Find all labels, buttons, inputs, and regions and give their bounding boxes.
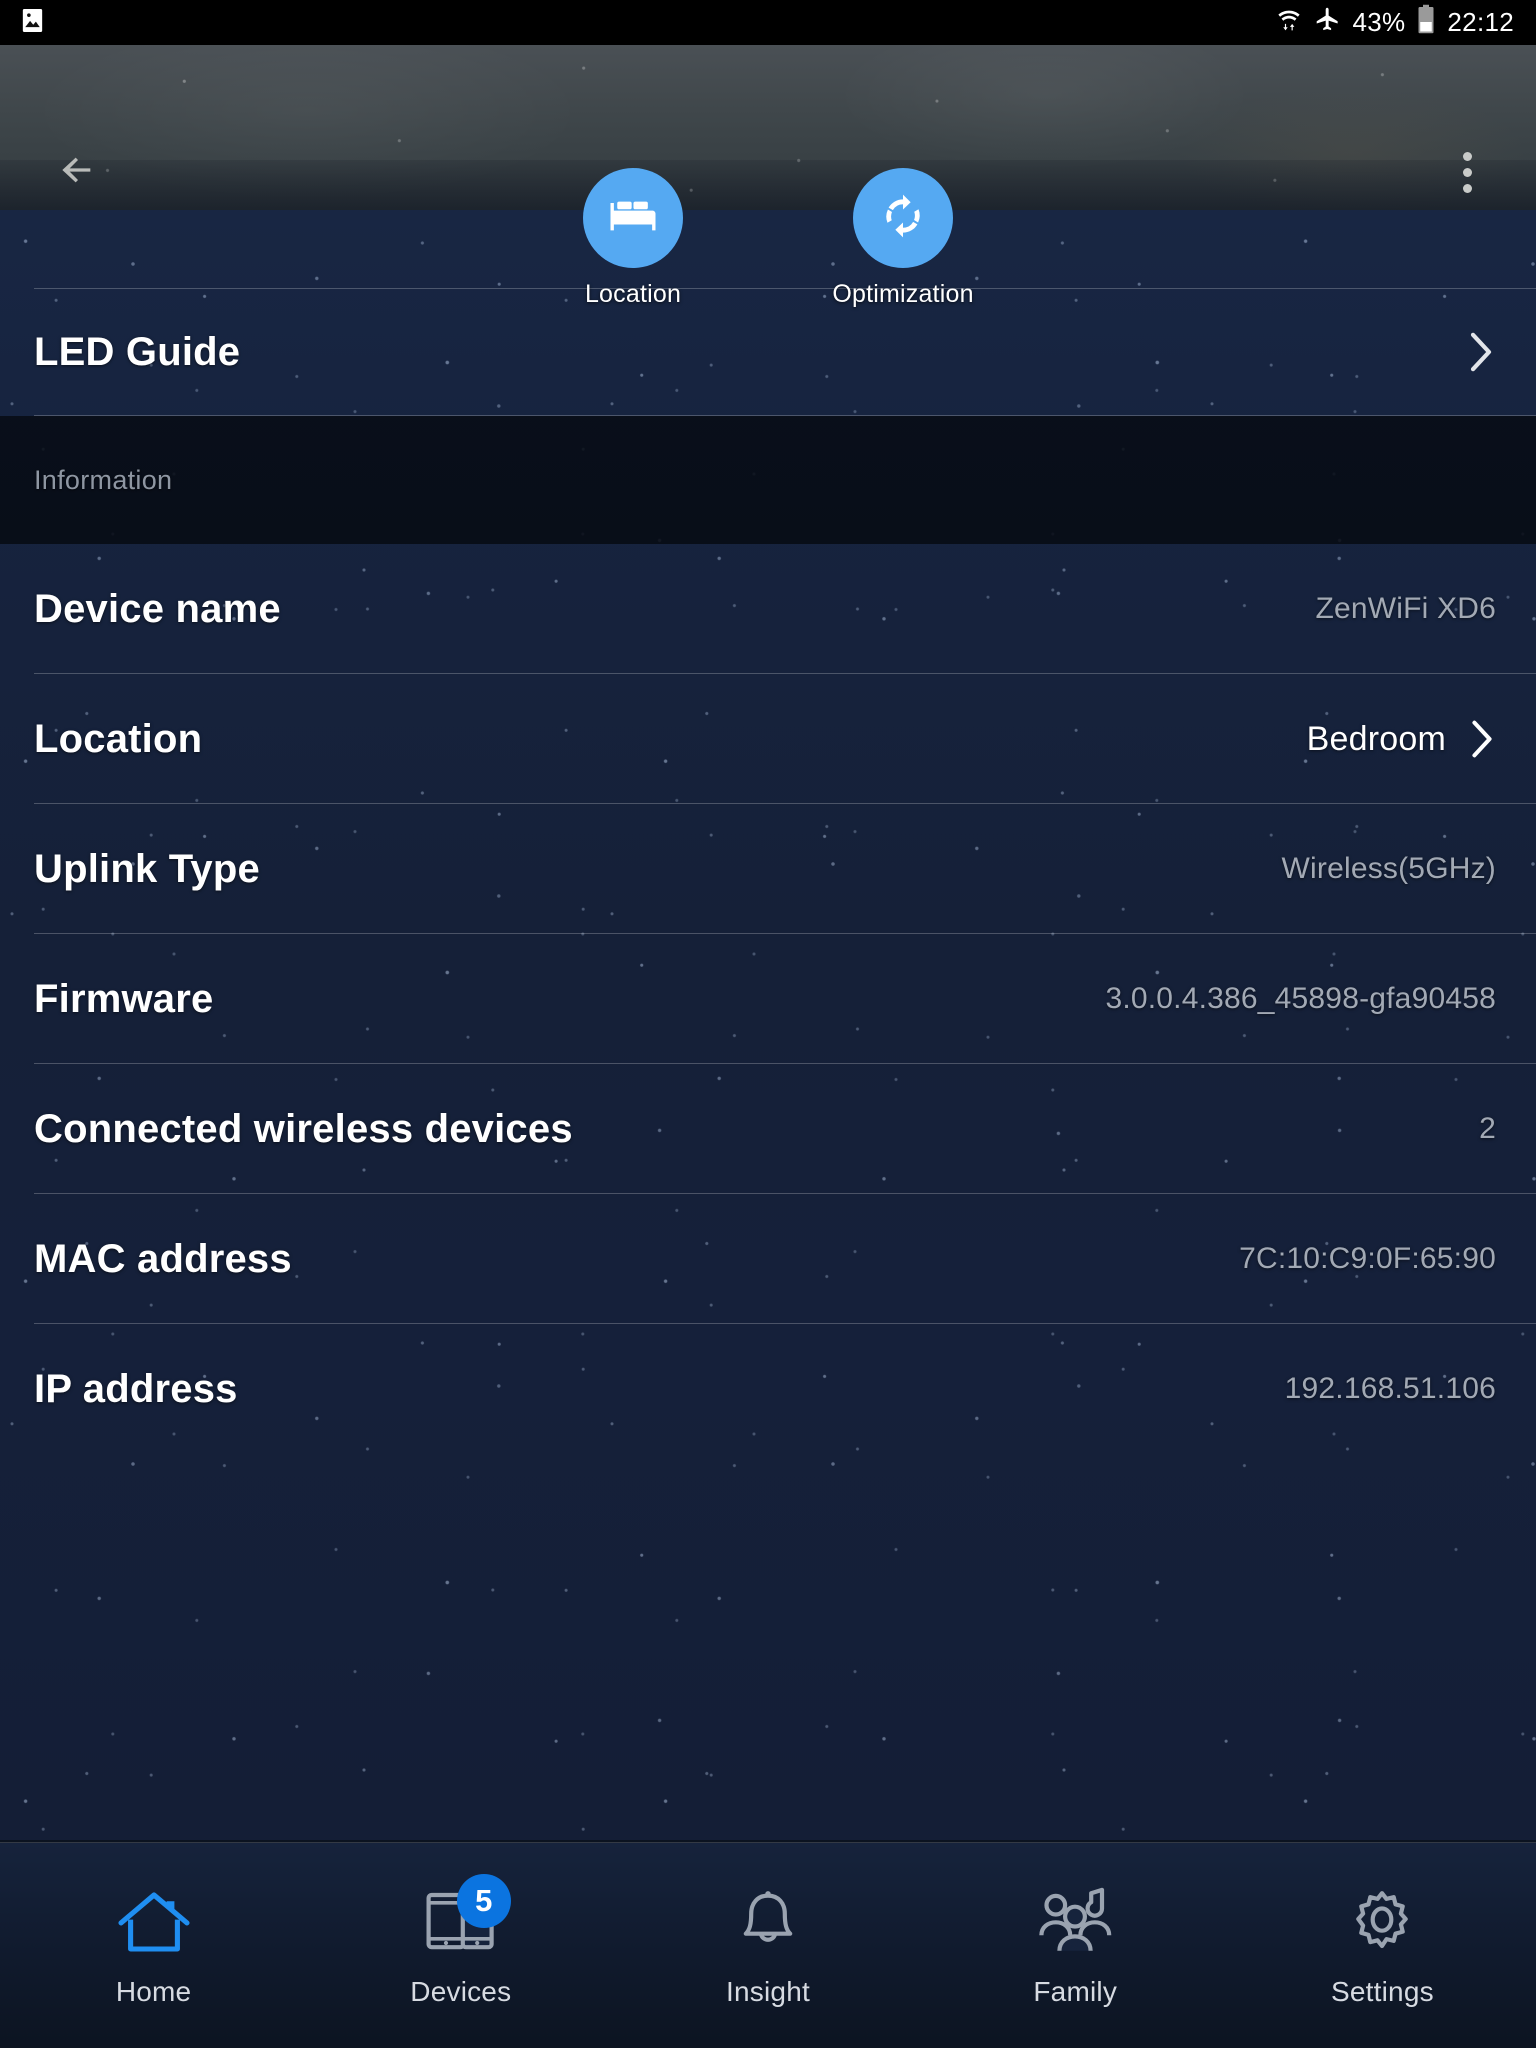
row-firmware-label: Firmware	[34, 976, 214, 1021]
action-optimization[interactable]: Optimization	[811, 168, 996, 309]
nav-item-settings-label: Settings	[1331, 1975, 1434, 2007]
row-connected-wireless-devices[interactable]: Connected wireless devices 2	[0, 1064, 1536, 1194]
battery-icon	[1416, 4, 1436, 41]
devices-badge: 5	[456, 1873, 511, 1928]
family-icon	[1033, 1884, 1117, 1960]
bed-icon	[606, 189, 660, 248]
nav-item-insight[interactable]: Insight	[614, 1843, 921, 2048]
status-bar-right: 43% 22:12	[1275, 4, 1536, 41]
bell-icon	[726, 1884, 810, 1960]
refresh-sync-icon	[876, 189, 930, 248]
battery-percent-label: 43%	[1352, 7, 1406, 37]
airplane-mode-icon	[1314, 6, 1341, 40]
row-connected-wireless-devices-value: 2	[1479, 1112, 1496, 1145]
header-action-row: Location Optimization	[0, 168, 1536, 309]
row-device-name-value: ZenWiFi XD6	[1315, 592, 1496, 625]
nav-item-devices-label: Devices	[410, 1975, 512, 2007]
nav-item-home[interactable]: Home	[0, 1843, 307, 2048]
status-bar: 43% 22:12	[0, 0, 1536, 45]
row-device-name-label: Device name	[34, 586, 281, 631]
overflow-menu-icon	[1462, 151, 1472, 161]
row-connected-wireless-devices-label: Connected wireless devices	[34, 1106, 573, 1151]
row-mac-address-value: 7C:10:C9:0F:65:90	[1239, 1242, 1496, 1275]
action-location[interactable]: Location	[541, 168, 726, 309]
row-device-name[interactable]: Device name ZenWiFi XD6	[0, 544, 1536, 674]
row-location-label: Location	[34, 716, 203, 761]
row-ip-address[interactable]: IP address 192.168.51.106	[0, 1324, 1536, 1454]
nav-item-family[interactable]: Family	[922, 1843, 1229, 2048]
optimization-action-circle	[853, 168, 953, 268]
nav-item-insight-label: Insight	[726, 1975, 810, 2007]
row-mac-address-label: MAC address	[34, 1236, 292, 1281]
row-location-value: Bedroom	[1306, 719, 1446, 758]
row-mac-address[interactable]: MAC address 7C:10:C9:0F:65:90	[0, 1194, 1536, 1324]
row-uplink-type[interactable]: Uplink Type Wireless(5GHz)	[0, 804, 1536, 934]
row-firmware-value: 3.0.0.4.386_45898-gfa90458	[1105, 982, 1496, 1015]
action-location-label: Location	[584, 280, 682, 308]
location-action-circle	[583, 168, 683, 268]
row-ip-address-value: 192.168.51.106	[1284, 1372, 1496, 1405]
wifi-transfer-icon	[1275, 5, 1303, 40]
row-firmware[interactable]: Firmware 3.0.0.4.386_45898-gfa90458	[0, 934, 1536, 1064]
row-uplink-type-value: Wireless(5GHz)	[1281, 852, 1496, 885]
clock-label: 22:12	[1447, 7, 1514, 37]
row-ip-address-label: IP address	[34, 1366, 238, 1411]
status-bar-left	[0, 6, 47, 40]
section-header-label: Information	[34, 464, 173, 495]
section-header-information: Information	[0, 416, 1536, 544]
bottom-navigation-bar: Home 5 Devices Insight Family Settings	[0, 1842, 1536, 2048]
chevron-right-icon	[1468, 720, 1496, 758]
row-led-guide-label: LED Guide	[34, 329, 241, 374]
chevron-right-icon	[1466, 332, 1496, 372]
nav-item-devices[interactable]: 5 Devices	[307, 1843, 614, 2048]
devices-icon: 5	[419, 1873, 511, 1960]
nav-item-home-label: Home	[115, 1975, 192, 2007]
row-uplink-type-label: Uplink Type	[34, 846, 260, 891]
nav-item-settings[interactable]: Settings	[1229, 1843, 1536, 2048]
screenshot-image-icon	[18, 6, 47, 40]
gear-icon	[1340, 1884, 1424, 1960]
row-location[interactable]: Location Bedroom	[0, 674, 1536, 804]
action-optimization-label: Optimization	[832, 280, 974, 308]
nav-item-family-label: Family	[1033, 1975, 1118, 2007]
app-root: 43% 22:12 Location Optimization LED Guid…	[0, 0, 1536, 2048]
settings-list: LED Guide Information Device name ZenWiF…	[0, 210, 1536, 1840]
home-icon	[112, 1884, 196, 1960]
